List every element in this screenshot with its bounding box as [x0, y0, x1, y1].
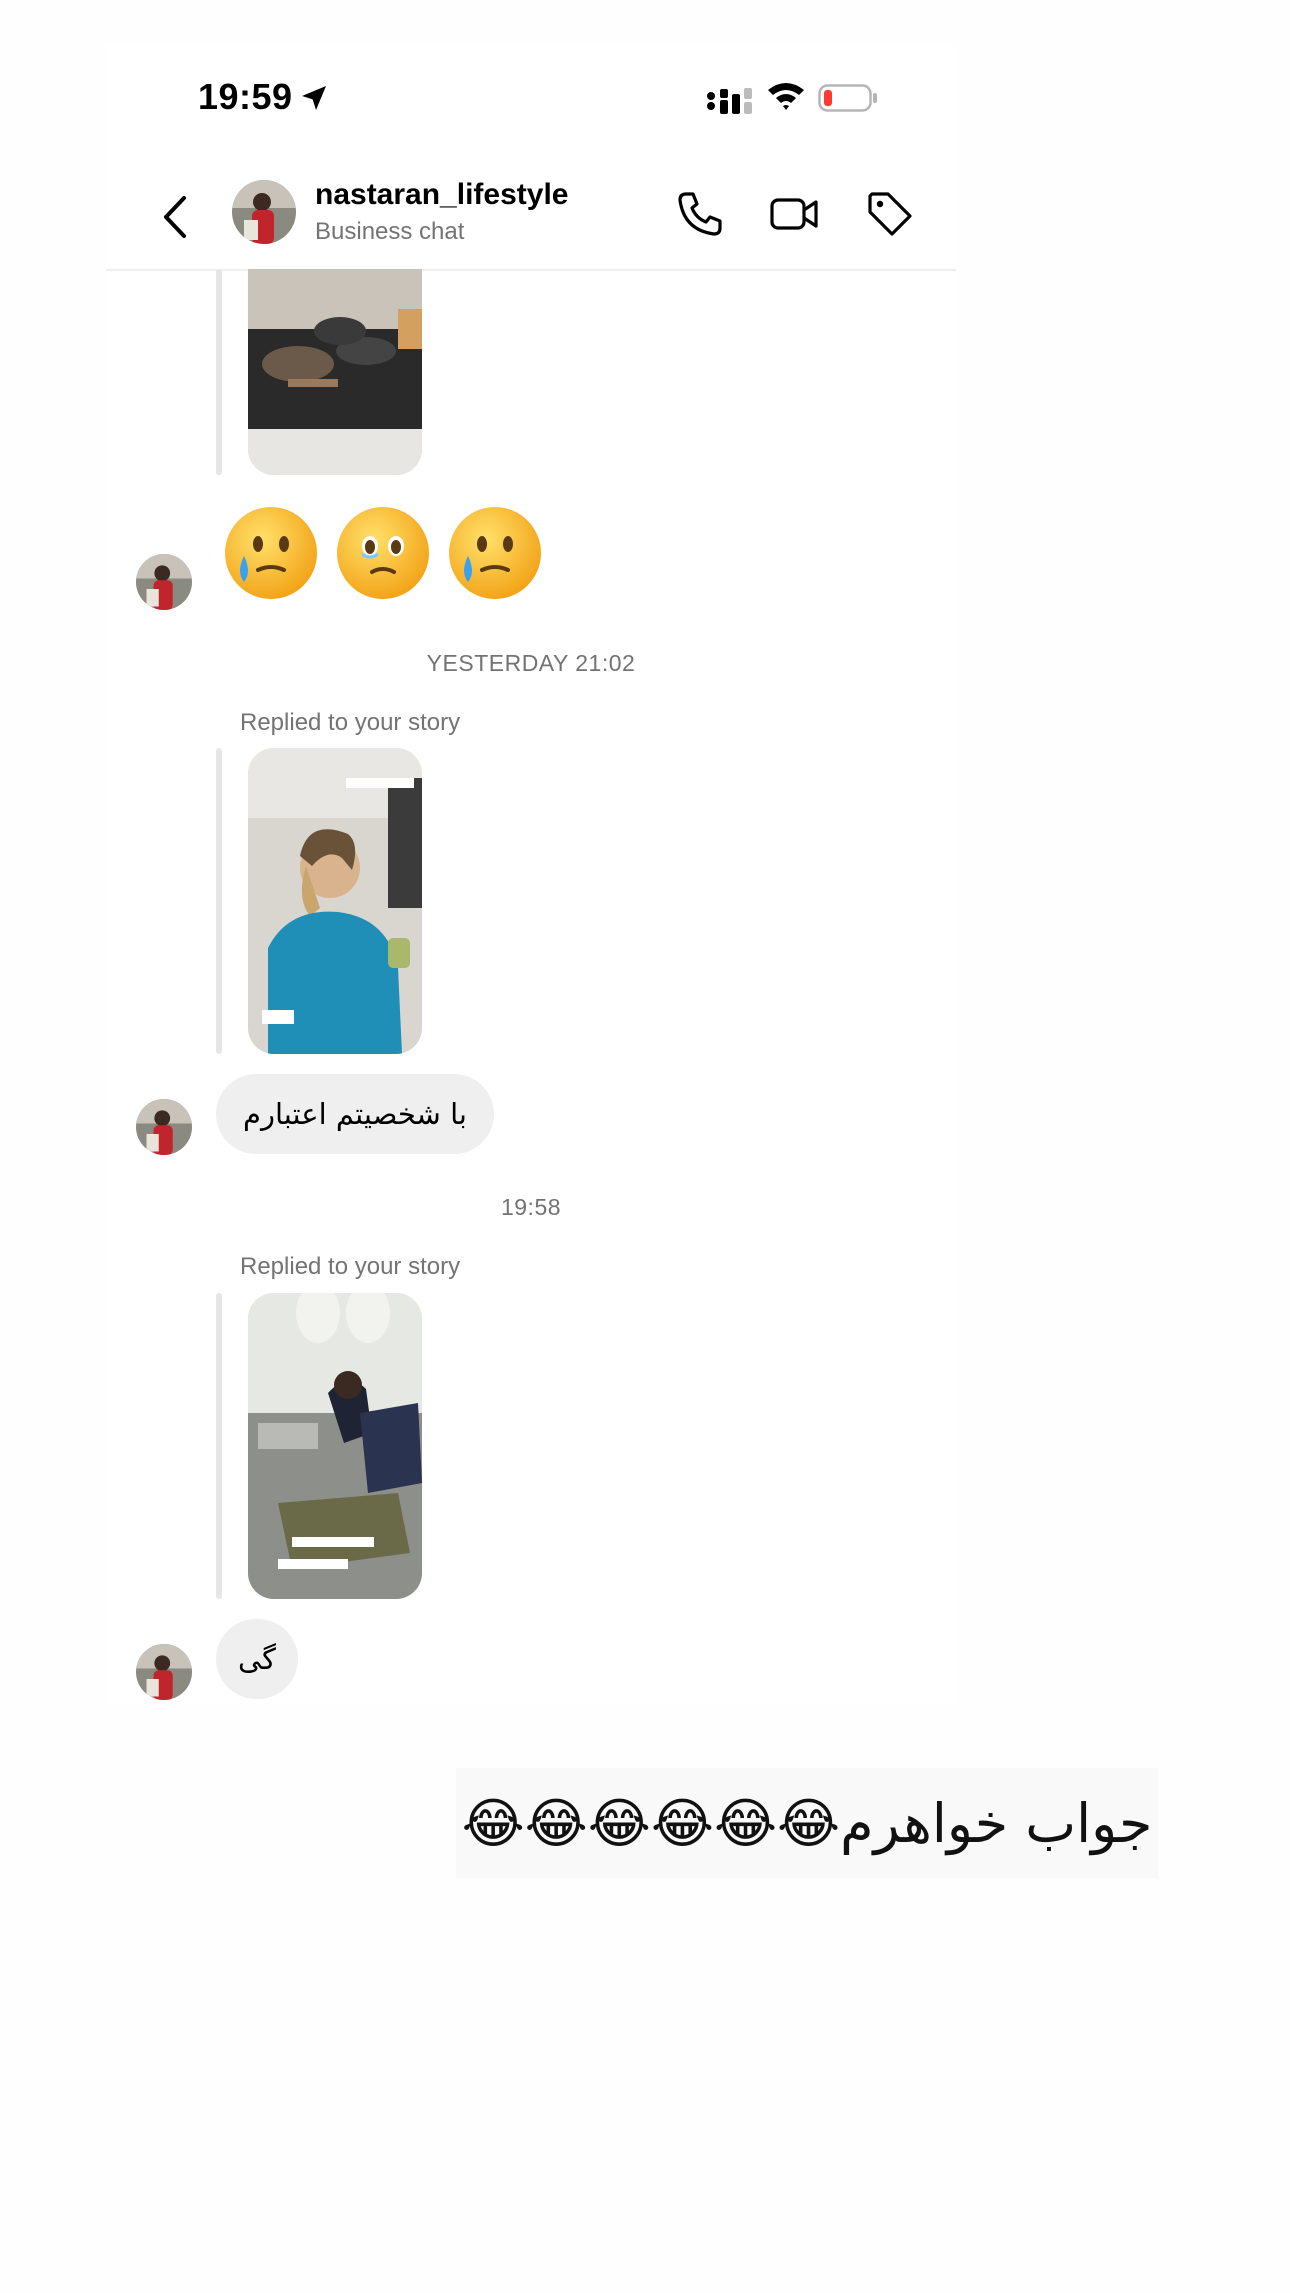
reply-indicator — [216, 748, 222, 1054]
message-bubble[interactable]: گی — [216, 1619, 298, 1699]
message-bubble[interactable]: با شخصیتم اعتبارم — [216, 1074, 494, 1154]
emoji-message[interactable] — [222, 504, 544, 602]
story-thumbnail[interactable] — [248, 748, 422, 1054]
replied-to-story-label: Replied to your story — [240, 709, 461, 736]
avatar[interactable] — [232, 180, 296, 244]
story-thumbnail[interactable] — [248, 1293, 422, 1599]
crying-face-icon — [449, 507, 541, 599]
message-text: گی — [238, 1642, 276, 1676]
video-camera-icon[interactable] — [768, 188, 820, 240]
chat-subtitle: Business chat — [315, 218, 465, 245]
reply-indicator — [216, 1293, 222, 1599]
cellular-signal-icon — [707, 88, 752, 114]
location-arrow-icon — [302, 86, 326, 110]
chat-header: nastaran_lifestyle Business chat — [106, 174, 956, 271]
avatar[interactable] — [136, 1099, 192, 1155]
avatar[interactable] — [136, 554, 192, 610]
avatar[interactable] — [136, 1644, 192, 1700]
crying-face-icon — [225, 507, 317, 599]
story-thumbnail[interactable] — [248, 269, 422, 475]
replied-to-story-label: Replied to your story — [240, 1253, 461, 1280]
reply-indicator — [216, 269, 222, 475]
caption-text: جواب خواهرم😂😂😂😂😂😂 — [461, 1791, 1153, 1855]
chat-username[interactable]: nastaran_lifestyle — [315, 178, 568, 212]
message-text: با شخصیتم اعتبارم — [243, 1097, 467, 1131]
chevron-left-icon[interactable] — [156, 192, 196, 242]
status-time: 19:59 — [198, 76, 293, 117]
instagram-dm-screen: 19:59 nastaran_lifestyle Business chat Y… — [106, 44, 956, 1704]
overlay-caption: جواب خواهرم😂😂😂😂😂😂 — [456, 1768, 1158, 1878]
battery-low-icon — [818, 84, 877, 112]
message-timestamp: YESTERDAY 21:02 — [426, 650, 636, 676]
message-timestamp: 19:58 — [500, 1194, 562, 1220]
status-bar: 19:59 — [106, 44, 956, 154]
holding-back-tears-icon — [337, 507, 429, 599]
tag-icon[interactable] — [864, 188, 916, 240]
wifi-icon — [768, 83, 804, 110]
phone-icon[interactable] — [674, 188, 726, 240]
